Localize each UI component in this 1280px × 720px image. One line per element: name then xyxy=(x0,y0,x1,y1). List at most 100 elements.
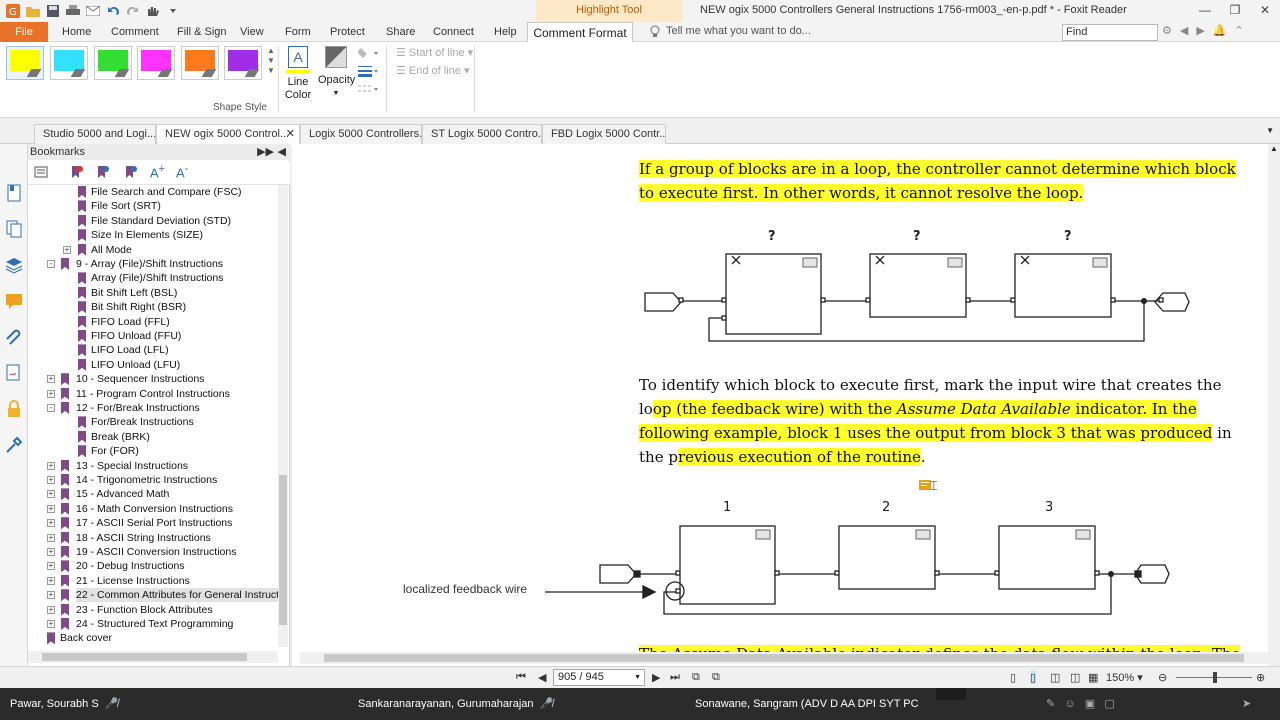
highlight[interactable]: If a group of blocks are in a loop, the … xyxy=(639,160,1236,178)
expand-icon[interactable]: + xyxy=(47,519,55,528)
expand-icon[interactable]: + xyxy=(47,375,55,384)
document-viewport[interactable]: If a group of blocks are in a loop, the … xyxy=(292,144,1268,666)
bookmark-item[interactable]: Bit Shift Left (BSL) xyxy=(28,286,278,300)
close-icon[interactable]: ✕ xyxy=(1250,0,1280,20)
highlight[interactable]: revious execution of the routine xyxy=(677,448,921,466)
bookmark-item[interactable]: FIFO Unload (FFU) xyxy=(28,329,278,343)
collapse-icon[interactable]: - xyxy=(47,260,55,268)
highlight-swatch-magenta[interactable] xyxy=(137,46,175,80)
draw-icon[interactable]: ✎ xyxy=(1046,698,1055,710)
scrollbar-thumb[interactable] xyxy=(324,654,1244,662)
attachments-panel-icon[interactable] xyxy=(5,328,23,346)
single-page-icon[interactable]: ▯ xyxy=(1010,671,1016,684)
highlight-swatch-purple[interactable] xyxy=(224,46,262,80)
expand-icon[interactable]: + xyxy=(47,476,55,484)
customize-dropdown-icon[interactable] xyxy=(164,2,182,20)
split-view-icon[interactable]: ▦ xyxy=(1088,671,1098,684)
highlight-swatch-orange[interactable] xyxy=(181,46,219,80)
bookmark-item[interactable]: File Sort (SRT) xyxy=(28,199,278,213)
expand-icon[interactable]: + xyxy=(47,576,55,585)
expand-icon[interactable]: + xyxy=(47,548,55,556)
document-horizontal-scrollbar[interactable] xyxy=(300,652,1268,664)
bookmark-item[interactable]: +22 - Common Attributes for General Inst… xyxy=(28,588,278,603)
sticker-icon[interactable]: ▢ xyxy=(1104,698,1114,710)
bookmark-item[interactable]: For (FOR) xyxy=(28,444,278,458)
menu-comment[interactable]: Comment xyxy=(111,22,159,42)
highlight-swatch-cyan[interactable] xyxy=(50,46,88,80)
tab-new-ogix-5000[interactable]: NEW ogix 5000 Control... ✕ xyxy=(156,124,300,145)
next-view-icon[interactable]: ⧉ xyxy=(712,671,720,684)
bell-icon[interactable]: 🔔 xyxy=(1213,24,1227,37)
bookmark-item[interactable]: +23 - Function Block Attributes xyxy=(28,603,278,617)
bookmark-item[interactable]: +11 - Program Control Instructions xyxy=(28,387,278,401)
bookmark-item[interactable]: File Standard Deviation (STD) xyxy=(28,214,278,228)
scrollbar-thumb[interactable] xyxy=(42,653,247,661)
previous-view-icon[interactable]: ⧉ xyxy=(692,671,700,684)
tools-panel-icon[interactable] xyxy=(5,436,23,454)
bookmark-item[interactable]: +19 - ASCII Conversion Instructions xyxy=(28,545,278,559)
zoom-level[interactable]: 150% ▾ xyxy=(1106,671,1143,684)
previous-page-icon[interactable]: ◀ xyxy=(538,671,546,684)
menu-protect[interactable]: Protect xyxy=(330,22,365,42)
bookmarks-horizontal-scrollbar[interactable] xyxy=(28,651,278,663)
close-tab-icon[interactable]: ✕ xyxy=(286,125,295,143)
print-icon[interactable] xyxy=(64,2,82,20)
save-icon[interactable] xyxy=(44,2,62,20)
bookmark-panel-icon[interactable] xyxy=(5,184,23,202)
menu-form[interactable]: Form xyxy=(285,22,311,42)
bookmark-item[interactable]: +21 - License Instructions xyxy=(28,574,278,588)
next-page-icon[interactable]: ▶ xyxy=(652,671,660,684)
menu-fill-sign[interactable]: Fill & Sign xyxy=(177,22,227,42)
signatures-panel-icon[interactable] xyxy=(5,364,23,382)
zoom-slider-thumb[interactable] xyxy=(1213,672,1217,683)
tab-logix-5000-controllers[interactable]: Logix 5000 Controllers... xyxy=(300,124,422,144)
menu-connect[interactable]: Connect xyxy=(433,22,474,42)
zoom-in-icon[interactable]: ⊕ xyxy=(1256,671,1265,684)
bookmark-item[interactable]: For/Break Instructions xyxy=(28,415,278,429)
hand-tool-icon[interactable] xyxy=(144,2,162,20)
expand-icon[interactable]: + xyxy=(63,245,71,254)
tell-me-search[interactable]: Tell me what you want to do... xyxy=(650,25,811,37)
bookmark-item[interactable]: +14 - Trigonometric Instructions xyxy=(28,473,278,487)
end-of-line-dropdown[interactable]: ☰ End of line ▾ xyxy=(396,64,469,77)
expand-icon[interactable]: + xyxy=(47,389,55,398)
bookmark-item[interactable]: - 12 - For/Break Instructions xyxy=(28,401,278,415)
document-vertical-scrollbar[interactable]: ▲ xyxy=(1268,144,1280,666)
bookmark-item[interactable]: +16 - Math Conversion Instructions xyxy=(28,502,278,516)
opacity-button[interactable]: Opacity ▼ xyxy=(318,46,355,100)
facing-page-icon[interactable]: ◫ xyxy=(1050,671,1060,684)
continuous-facing-icon[interactable]: ◫ xyxy=(1070,671,1080,684)
line-style-icon[interactable] xyxy=(358,82,380,96)
panel-expand-icon[interactable]: ▶▶ xyxy=(257,144,274,160)
expand-icon[interactable]: + xyxy=(47,504,55,513)
menu-help[interactable]: Help xyxy=(494,22,517,42)
highlight[interactable]: following example, block 1 uses the outp… xyxy=(639,424,1213,442)
line-width-icon[interactable] xyxy=(358,64,380,78)
zoom-out-icon[interactable]: ⊖ xyxy=(1158,671,1167,684)
tab-fbd-logix-5000[interactable]: FBD Logix 5000 Contr... xyxy=(542,124,666,144)
send-icon[interactable]: ➤ xyxy=(1242,688,1251,720)
email-icon[interactable] xyxy=(84,2,102,20)
tab-studio-5000[interactable]: Studio 5000 and Logi... xyxy=(34,124,156,144)
expand-bookmark-icon[interactable] xyxy=(96,165,110,179)
line-color-button[interactable]: A Line Color xyxy=(283,46,313,102)
menu-share[interactable]: Share xyxy=(386,22,415,42)
bookmark-item[interactable]: +10 - Sequencer Instructions xyxy=(28,372,278,386)
bookmark-item[interactable]: +13 - Special Instructions xyxy=(28,459,278,473)
expand-icon[interactable]: + xyxy=(47,461,55,470)
fill-color-icon[interactable] xyxy=(358,46,380,60)
highlight-swatch-yellow[interactable] xyxy=(6,46,44,80)
bookmark-item[interactable]: File Search and Compare (FSC) xyxy=(28,185,278,199)
comments-panel-icon[interactable] xyxy=(5,292,23,310)
bookmark-item[interactable]: - 9 - Array (File)/Shift Instructions xyxy=(28,257,278,271)
first-page-icon[interactable]: ⏮ xyxy=(516,671,526,684)
layers-panel-icon[interactable] xyxy=(5,256,23,274)
bookmark-item[interactable]: +15 - Advanced Math xyxy=(28,487,278,501)
highlight-swatch-green[interactable] xyxy=(94,46,132,80)
tab-list-dropdown-icon[interactable]: ▼ xyxy=(1266,126,1274,135)
bookmark-item[interactable]: +20 - Debug Instructions xyxy=(28,559,278,573)
tab-comment-format[interactable]: Comment Format xyxy=(527,22,633,43)
bookmark-item[interactable]: Array (File)/Shift Instructions xyxy=(28,271,278,285)
gif-icon[interactable]: ▣ xyxy=(1085,698,1095,710)
expand-icon[interactable]: + xyxy=(47,533,55,542)
